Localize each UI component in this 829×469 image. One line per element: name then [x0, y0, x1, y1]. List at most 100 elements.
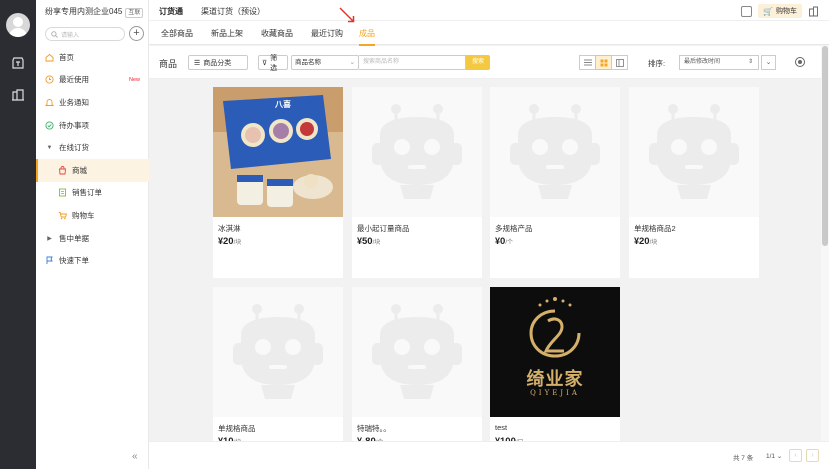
clock-icon	[45, 75, 54, 84]
product-card[interactable]: 八喜冰淇淋 ¥20/块	[213, 87, 343, 278]
prev-page-button[interactable]: ‹	[789, 449, 802, 462]
sort-select[interactable]: 最后修改时间 ⇕	[679, 55, 759, 70]
product-card[interactable]: 单规格商品¥10/块	[213, 287, 343, 441]
category-tabs: 全部商品 新品上架 收藏商品 最近订购 成品	[149, 21, 829, 46]
sidebar-item-in-sale-docs[interactable]: ▶ 售中单据	[36, 227, 149, 250]
sidebar-item-notifications[interactable]: 业务通知	[36, 91, 149, 114]
scrollbar-thumb[interactable]	[822, 46, 828, 246]
product-name[interactable]: test	[495, 423, 507, 432]
product-image[interactable]	[352, 87, 482, 217]
collapse-sidebar-button[interactable]: «	[132, 451, 138, 462]
sidebar-item-cart[interactable]: 购物车	[36, 204, 149, 227]
tab-all-products[interactable]: 全部商品	[161, 28, 193, 39]
next-page-button[interactable]: ›	[806, 449, 819, 462]
product-name[interactable]: 多规格产品	[495, 223, 533, 234]
product-price: ¥20/块	[218, 236, 241, 247]
product-image[interactable]	[352, 287, 482, 417]
sidebar-search-input[interactable]: 请输入	[45, 27, 125, 41]
chevron-down-icon: ⌄	[349, 59, 355, 66]
product-name[interactable]: 特瑞特。。	[357, 423, 391, 434]
new-badge: New	[128, 76, 140, 83]
price-price: 20	[639, 236, 650, 247]
app-header: 订货通 渠道订货（预设） 🛒 购物车	[149, 0, 829, 21]
caret-right-icon: ▶	[47, 235, 52, 242]
price-unit: /块	[649, 240, 658, 246]
product-image[interactable]	[213, 287, 343, 417]
product-image[interactable]: 绮业家 QIYEJIA	[490, 287, 620, 417]
order-icon[interactable]	[11, 56, 25, 70]
message-icon[interactable]	[741, 5, 753, 17]
sidebar-item-recent[interactable]: 最近使用 New	[36, 69, 149, 92]
product-image[interactable]	[490, 87, 620, 217]
product-card[interactable]: 最小起订量商品 ¥50/块	[352, 87, 482, 278]
page-indicator[interactable]: 1/1 ⌄	[766, 452, 782, 460]
company-name: 纷享专用内测企业045 互联	[45, 6, 144, 18]
product-card[interactable]: 特瑞特。。¥-80/个	[352, 287, 482, 441]
tab-favorites[interactable]: 收藏商品	[261, 28, 293, 39]
check-icon	[45, 121, 54, 130]
app-rail	[0, 0, 36, 469]
logo-cn-text: 绮业家	[526, 369, 584, 390]
placeholder-image-icon	[213, 287, 343, 417]
document-icon	[58, 188, 67, 197]
sidebar-item-label: 业务通知	[59, 97, 89, 107]
sidebar-item-shop[interactable]: 商城	[36, 158, 149, 182]
product-image[interactable]	[629, 87, 759, 217]
product-name[interactable]: 最小起订量商品	[357, 223, 410, 234]
product-image[interactable]: 八喜	[213, 87, 343, 217]
grid-view-icon	[600, 59, 607, 66]
product-card[interactable]: 多规格产品 ¥0/个	[490, 87, 620, 278]
filter-button-label: 筛选	[270, 54, 278, 72]
price-unit: /个	[505, 240, 513, 246]
sidebar-item-todo[interactable]: 待办事项	[36, 114, 149, 137]
product-card[interactable]: 单规格商品2 ¥20/块	[629, 87, 759, 278]
building-icon[interactable]	[11, 88, 25, 102]
price-unit: /块	[372, 240, 381, 246]
sidebar-item-label: 商城	[72, 165, 87, 175]
svg-text:八喜: 八喜	[274, 99, 291, 109]
product-name[interactable]: 单规格商品2	[634, 223, 676, 234]
tab-recent-orders[interactable]: 最近订购	[311, 28, 343, 39]
sort-dropdown-button[interactable]: ⌄	[761, 55, 776, 70]
category-button[interactable]: ☰ 商品分类	[188, 55, 248, 70]
view-switcher	[579, 55, 628, 70]
filter-button[interactable]: ⊽ 筛选	[258, 54, 288, 72]
sidebar-item-label: 最近使用	[59, 75, 89, 85]
sidebar-menu: 首页 最近使用 New 业务通知 待办事项 ▼ 在线订货 商城 销售订单 购物车…	[36, 46, 149, 272]
card-view-button[interactable]	[611, 55, 628, 70]
app-name[interactable]: 订货通	[159, 6, 183, 17]
list-view-button[interactable]	[579, 55, 596, 70]
tab-finished-goods[interactable]: 成品	[359, 28, 375, 46]
product-name[interactable]: 冰淇淋	[218, 223, 241, 234]
search-button[interactable]: 搜索	[466, 55, 490, 70]
add-button[interactable]: +	[129, 26, 144, 41]
building-icon[interactable]	[808, 6, 819, 17]
product-search-input[interactable]: 搜索商品名称	[359, 55, 466, 70]
cart-icon	[58, 211, 67, 220]
avatar[interactable]	[6, 13, 30, 37]
sidebar-item-quick-order[interactable]: 快速下单	[36, 249, 149, 272]
sidebar-item-sales-order[interactable]: 销售订单	[36, 182, 149, 205]
price-price: 50	[362, 236, 373, 247]
cart-button[interactable]: 🛒 购物车	[758, 4, 802, 18]
sidebar-item-home[interactable]: 首页	[36, 46, 149, 69]
product-price: ¥20/块	[634, 236, 657, 247]
grid-view-button[interactable]	[595, 55, 612, 70]
placeholder-image-icon	[490, 87, 620, 217]
sidebar-item-label: 在线订货	[59, 143, 89, 153]
vertical-scrollbar[interactable]	[821, 46, 829, 441]
search-field-value: 商品名称	[295, 59, 321, 66]
product-name[interactable]: 单规格商品	[218, 423, 256, 434]
search-field-select[interactable]: 商品名称 ⌄	[291, 55, 359, 70]
channel-name[interactable]: 渠道订货（预设）	[201, 6, 265, 17]
placeholder-image-icon	[352, 287, 482, 417]
qiyejia-logo-image	[490, 287, 620, 417]
product-grid: 八喜冰淇淋 ¥20/块 最小起订量商品 ¥50/块 多规格产品 ¥0/个 单规格商品2 ¥20…	[149, 79, 821, 441]
product-card[interactable]: 绮业家QIYEJIAtest¥100/只	[490, 287, 620, 441]
bell-icon	[45, 98, 54, 107]
sort-value: 最后修改时间	[684, 59, 721, 65]
sidebar-item-online-order[interactable]: ▼ 在线订货	[36, 136, 149, 159]
shop-icon	[58, 165, 67, 175]
tab-new-arrivals[interactable]: 新品上架	[211, 28, 243, 39]
settings-icon[interactable]	[795, 57, 805, 67]
